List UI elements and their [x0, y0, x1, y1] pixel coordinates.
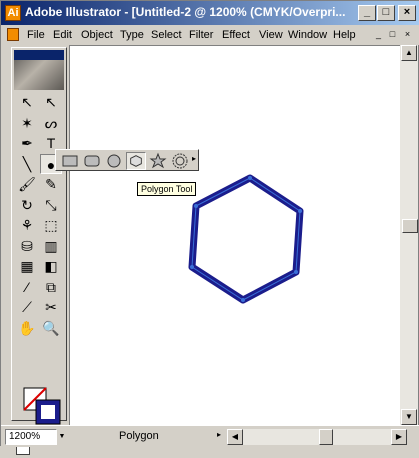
fill-stroke-swatches[interactable]	[22, 386, 70, 426]
direct-selection-tool-icon[interactable]: ↖	[40, 92, 62, 112]
horizontal-scroll-thumb[interactable]	[319, 429, 333, 445]
illustrator-app-icon[interactable]: Ai	[5, 5, 21, 21]
anchor-point[interactable]	[190, 265, 194, 269]
lasso-tool-icon[interactable]: ᔕ	[40, 113, 62, 133]
scroll-right-button[interactable]: ▶	[391, 429, 407, 445]
close-button[interactable]: ×	[398, 5, 416, 21]
blend-tool-icon[interactable]: ⧉	[40, 277, 62, 297]
minimize-button[interactable]: _	[358, 5, 376, 21]
window-title: Adobe Illustrator - [Untitled-2 @ 1200% …	[25, 5, 346, 19]
doc-minimize-button[interactable]: _	[373, 30, 384, 40]
venus-logo-image[interactable]	[14, 60, 64, 90]
zoom-tool-icon[interactable]: 🔍	[40, 318, 62, 338]
rounded-rectangle-tool-icon[interactable]	[82, 152, 102, 170]
status-menu-arrow-icon[interactable]: ▸	[217, 430, 221, 439]
warp-tool-icon[interactable]: ⚘	[16, 215, 38, 235]
hand-tool-icon[interactable]: ✋	[16, 318, 38, 338]
vertical-scroll-thumb[interactable]	[402, 219, 418, 233]
mesh-tool-icon[interactable]: ▦	[16, 256, 38, 276]
scroll-up-button[interactable]: ▲	[401, 45, 417, 61]
anchor-point[interactable]	[248, 176, 252, 180]
current-tool-status[interactable]: Polygon	[119, 430, 159, 442]
flyout-tearoff-icon[interactable]: ▸	[192, 154, 196, 163]
symbol-sprayer-tool-icon[interactable]: ⛁	[16, 236, 38, 256]
slice-tool-icon[interactable]: ⟋	[16, 297, 38, 317]
paintbrush-tool-icon[interactable]: 🖌	[16, 174, 38, 194]
tooltip: Polygon Tool	[137, 182, 197, 196]
zoom-dropdown-arrow-icon[interactable]: ▼	[57, 429, 67, 445]
menu-edit[interactable]: Edit	[53, 29, 72, 41]
menu-select[interactable]: Select	[151, 29, 182, 41]
menu-effect[interactable]: Effect	[222, 29, 250, 41]
column-graph-tool-icon[interactable]: ▥	[40, 236, 62, 256]
scissors-tool-icon[interactable]: ✂	[40, 297, 62, 317]
line-segment-tool-icon[interactable]: ╲	[16, 154, 38, 174]
menu-help[interactable]: Help	[333, 29, 356, 41]
rotate-tool-icon[interactable]: ↻	[16, 195, 38, 215]
rectangle-tool-icon[interactable]	[60, 152, 80, 170]
doc-close-button[interactable]: ×	[402, 30, 413, 40]
toolbox-panel: ↖ ↖ ✶ ᔕ ✒ T ╲ ● 🖌 ✎ ↻ ⤡ ⚘ ⬚ ⛁ ▥ ▦ ◧ ⁄ ⧉ ⟋ ✂ ✋ 🔍	[11, 47, 67, 455]
menu-type[interactable]: Type	[120, 29, 144, 41]
menu-filter[interactable]: Filter	[189, 29, 213, 41]
anchor-point[interactable]	[241, 298, 245, 302]
pen-tool-icon[interactable]: ✒	[16, 133, 38, 153]
maximize-button[interactable]: □	[377, 5, 395, 21]
title-bar[interactable]: Ai Adobe Illustrator - [Untitled-2 @ 120…	[1, 1, 419, 25]
status-bar: 1200% ▼ Polygon ▸ ◀ ▶	[1, 425, 419, 447]
scroll-down-button[interactable]: ▼	[401, 409, 417, 425]
shape-tools-flyout: ▸	[55, 149, 199, 171]
artwork	[188, 174, 304, 304]
selection-tool-icon[interactable]: ↖	[16, 92, 38, 112]
vertical-scrollbar[interactable]: ▲ ▼	[400, 45, 418, 425]
scroll-left-button[interactable]: ◀	[227, 429, 243, 445]
doc-restore-button[interactable]: □	[387, 30, 398, 40]
anchor-point[interactable]	[194, 204, 198, 208]
scale-tool-icon[interactable]: ⤡	[40, 195, 62, 215]
anchor-point[interactable]	[298, 209, 302, 213]
menu-file[interactable]: File	[27, 29, 45, 41]
magic-wand-tool-icon[interactable]: ✶	[16, 113, 38, 133]
artboard-canvas[interactable]	[69, 45, 400, 425]
ellipse-tool-icon[interactable]	[104, 152, 124, 170]
pencil-tool-icon[interactable]: ✎	[40, 174, 62, 194]
menu-view[interactable]: View	[259, 29, 283, 41]
hexagon-shape[interactable]	[188, 174, 304, 304]
app-window: Ai Adobe Illustrator - [Untitled-2 @ 120…	[0, 0, 419, 455]
polygon-tool-icon[interactable]	[126, 152, 146, 170]
toolbox-title-bar[interactable]	[14, 50, 64, 60]
horizontal-scrollbar[interactable]: ◀ ▶	[227, 429, 407, 445]
document-icon[interactable]	[7, 28, 19, 41]
menu-bar: File Edit Object Type Select Filter Effe…	[1, 25, 419, 45]
menu-window[interactable]: Window	[288, 29, 327, 41]
star-tool-icon[interactable]	[148, 152, 168, 170]
zoom-level-field[interactable]: 1200%	[5, 429, 57, 445]
eyedropper-tool-icon[interactable]: ⁄	[16, 277, 38, 297]
menu-object[interactable]: Object	[81, 29, 113, 41]
free-transform-tool-icon[interactable]: ⬚	[40, 215, 62, 235]
anchor-point[interactable]	[294, 270, 298, 274]
gradient-tool-icon[interactable]: ◧	[40, 256, 62, 276]
flare-tool-icon[interactable]	[170, 152, 190, 170]
